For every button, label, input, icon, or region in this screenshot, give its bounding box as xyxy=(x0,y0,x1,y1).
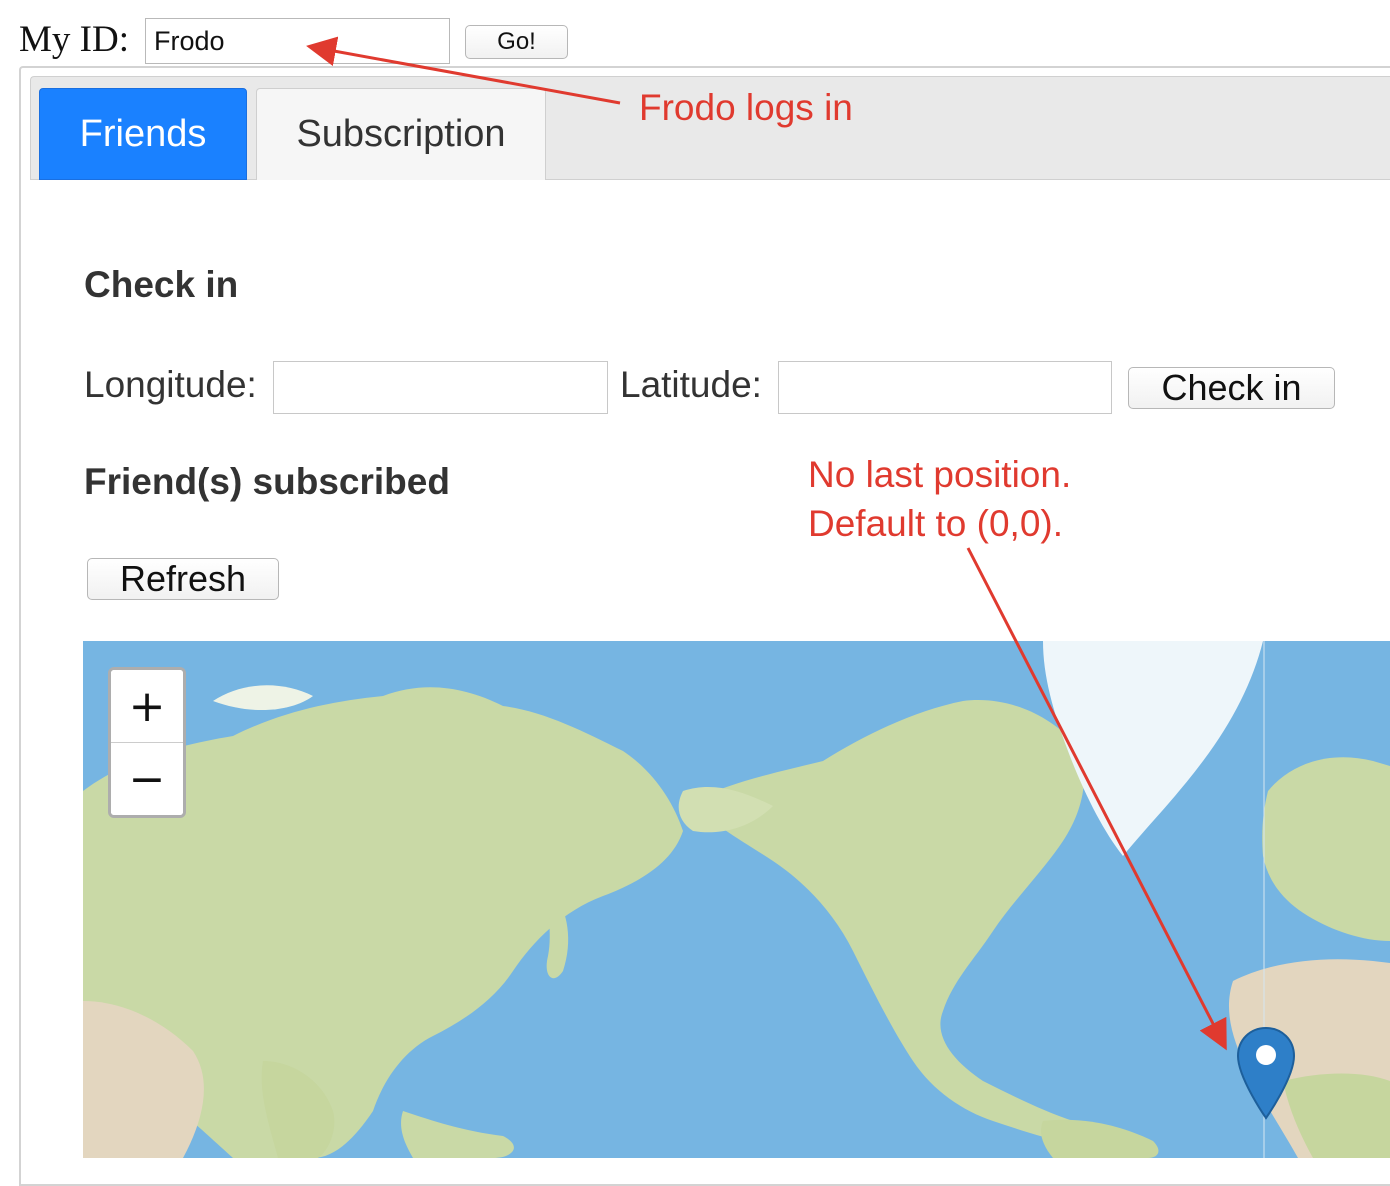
landmass-europe xyxy=(1262,757,1390,941)
annotation-default-note-line1: No last position. xyxy=(808,454,1072,495)
map-pin-icon[interactable] xyxy=(1235,1026,1297,1121)
landmass-se-asia-islands xyxy=(401,1111,514,1158)
latitude-label: Latitude: xyxy=(620,364,762,405)
go-button[interactable]: Go! xyxy=(465,25,568,59)
world-map[interactable] xyxy=(83,641,1390,1158)
map-tiles xyxy=(83,641,1390,1158)
landmass-arctic-islands xyxy=(213,685,313,711)
longitude-input[interactable] xyxy=(273,361,608,414)
refresh-button[interactable]: Refresh xyxy=(87,558,279,600)
zoom-out-button[interactable]: − xyxy=(111,743,183,815)
my-id-input[interactable] xyxy=(145,18,450,64)
friends-subscribed-heading: Friend(s) subscribed xyxy=(84,461,450,502)
landmass-greenland xyxy=(1043,641,1263,856)
check-in-heading: Check in xyxy=(84,264,239,305)
tab-subscription[interactable]: Subscription xyxy=(256,88,546,180)
check-in-button[interactable]: Check in xyxy=(1128,367,1335,409)
my-id-label: My ID: xyxy=(19,19,129,60)
zoom-control: + − xyxy=(108,667,186,818)
tab-friends[interactable]: Friends xyxy=(39,88,247,180)
latitude-input[interactable] xyxy=(778,361,1112,414)
landmass-south-america xyxy=(1041,1119,1159,1158)
annotation-default-note-line2: Default to (0,0). xyxy=(808,503,1064,544)
longitude-label: Longitude: xyxy=(84,364,257,405)
landmass-north-america xyxy=(693,700,1090,1146)
zoom-in-button[interactable]: + xyxy=(111,670,183,743)
annotation-login-note: Frodo logs in xyxy=(639,87,853,128)
